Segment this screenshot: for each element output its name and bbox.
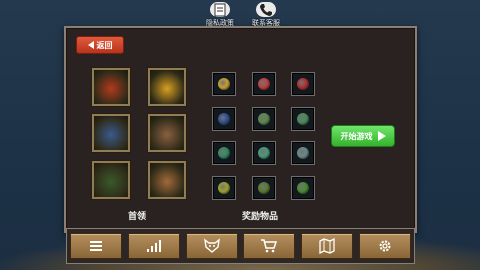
reward-item-icon: [297, 147, 309, 159]
back-arrow-icon: [87, 41, 94, 49]
bottom-nav: [66, 228, 415, 264]
reward-item-icon: [297, 182, 309, 194]
boss-portrait-green-scorpion[interactable]: [92, 161, 130, 199]
reward-item-icon: [297, 113, 309, 125]
back-button[interactable]: 返回: [76, 36, 124, 54]
reward-slot[interactable]: [212, 72, 236, 96]
wolf-icon: [203, 238, 220, 253]
bosses-label: 首领: [128, 212, 147, 222]
nav-menu-button[interactable]: [69, 233, 122, 259]
reward-slot[interactable]: [212, 107, 236, 131]
boss-portrait-red-ant[interactable]: [92, 68, 130, 106]
phone-icon: [256, 2, 276, 17]
boss-portrait-yellow-wasp[interactable]: [148, 68, 186, 106]
reward-item-icon: [258, 113, 270, 125]
boss-portrait-brown-spider[interactable]: [148, 114, 186, 152]
reward-item-icon: [218, 78, 230, 90]
top-bar: 隐私政策 联系客服: [205, 2, 281, 28]
nav-stats-button[interactable]: [127, 233, 180, 259]
boss-portrait-tan-spider[interactable]: [148, 161, 186, 199]
reward-item-icon: [218, 113, 230, 125]
nav-shop-button[interactable]: [243, 233, 296, 259]
reward-slot[interactable]: [291, 176, 315, 200]
reward-item-icon: [258, 78, 270, 90]
rewards-label: 奖励物品: [242, 212, 279, 222]
menu-icon: [89, 241, 102, 251]
nav-map-button[interactable]: [301, 233, 354, 259]
document-icon: [210, 2, 230, 17]
reward-item-icon: [258, 182, 270, 194]
level-panel: 返回 首领 奖励物品 开始游戏: [64, 26, 417, 233]
gear-icon: [379, 240, 391, 252]
reward-slot[interactable]: [291, 141, 315, 165]
reward-slot[interactable]: [212, 176, 236, 200]
reward-item-icon: [297, 78, 309, 90]
reward-slot[interactable]: [252, 72, 276, 96]
start-game-button[interactable]: 开始游戏: [331, 125, 395, 147]
reward-slot[interactable]: [252, 141, 276, 165]
boss-portrait-blue-spider[interactable]: [92, 114, 130, 152]
nav-settings-button[interactable]: [359, 233, 412, 259]
privacy-policy-button[interactable]: 隐私政策: [205, 2, 235, 28]
reward-slot[interactable]: [252, 176, 276, 200]
reward-item-icon: [218, 147, 230, 159]
reward-item-icon: [218, 182, 230, 194]
reward-slot[interactable]: [212, 141, 236, 165]
contact-support-button[interactable]: 联系客服: [251, 2, 281, 28]
reward-item-icon: [258, 147, 270, 159]
back-label: 返回: [96, 40, 113, 50]
map-icon: [319, 238, 335, 254]
nav-wolf-button[interactable]: [185, 233, 238, 259]
start-game-label: 开始游戏: [340, 131, 373, 141]
reward-slot[interactable]: [252, 107, 276, 131]
stats-icon: [146, 240, 161, 252]
reward-slot[interactable]: [291, 107, 315, 131]
play-icon: [377, 131, 386, 141]
reward-slot[interactable]: [291, 72, 315, 96]
cart-icon: [261, 239, 278, 253]
